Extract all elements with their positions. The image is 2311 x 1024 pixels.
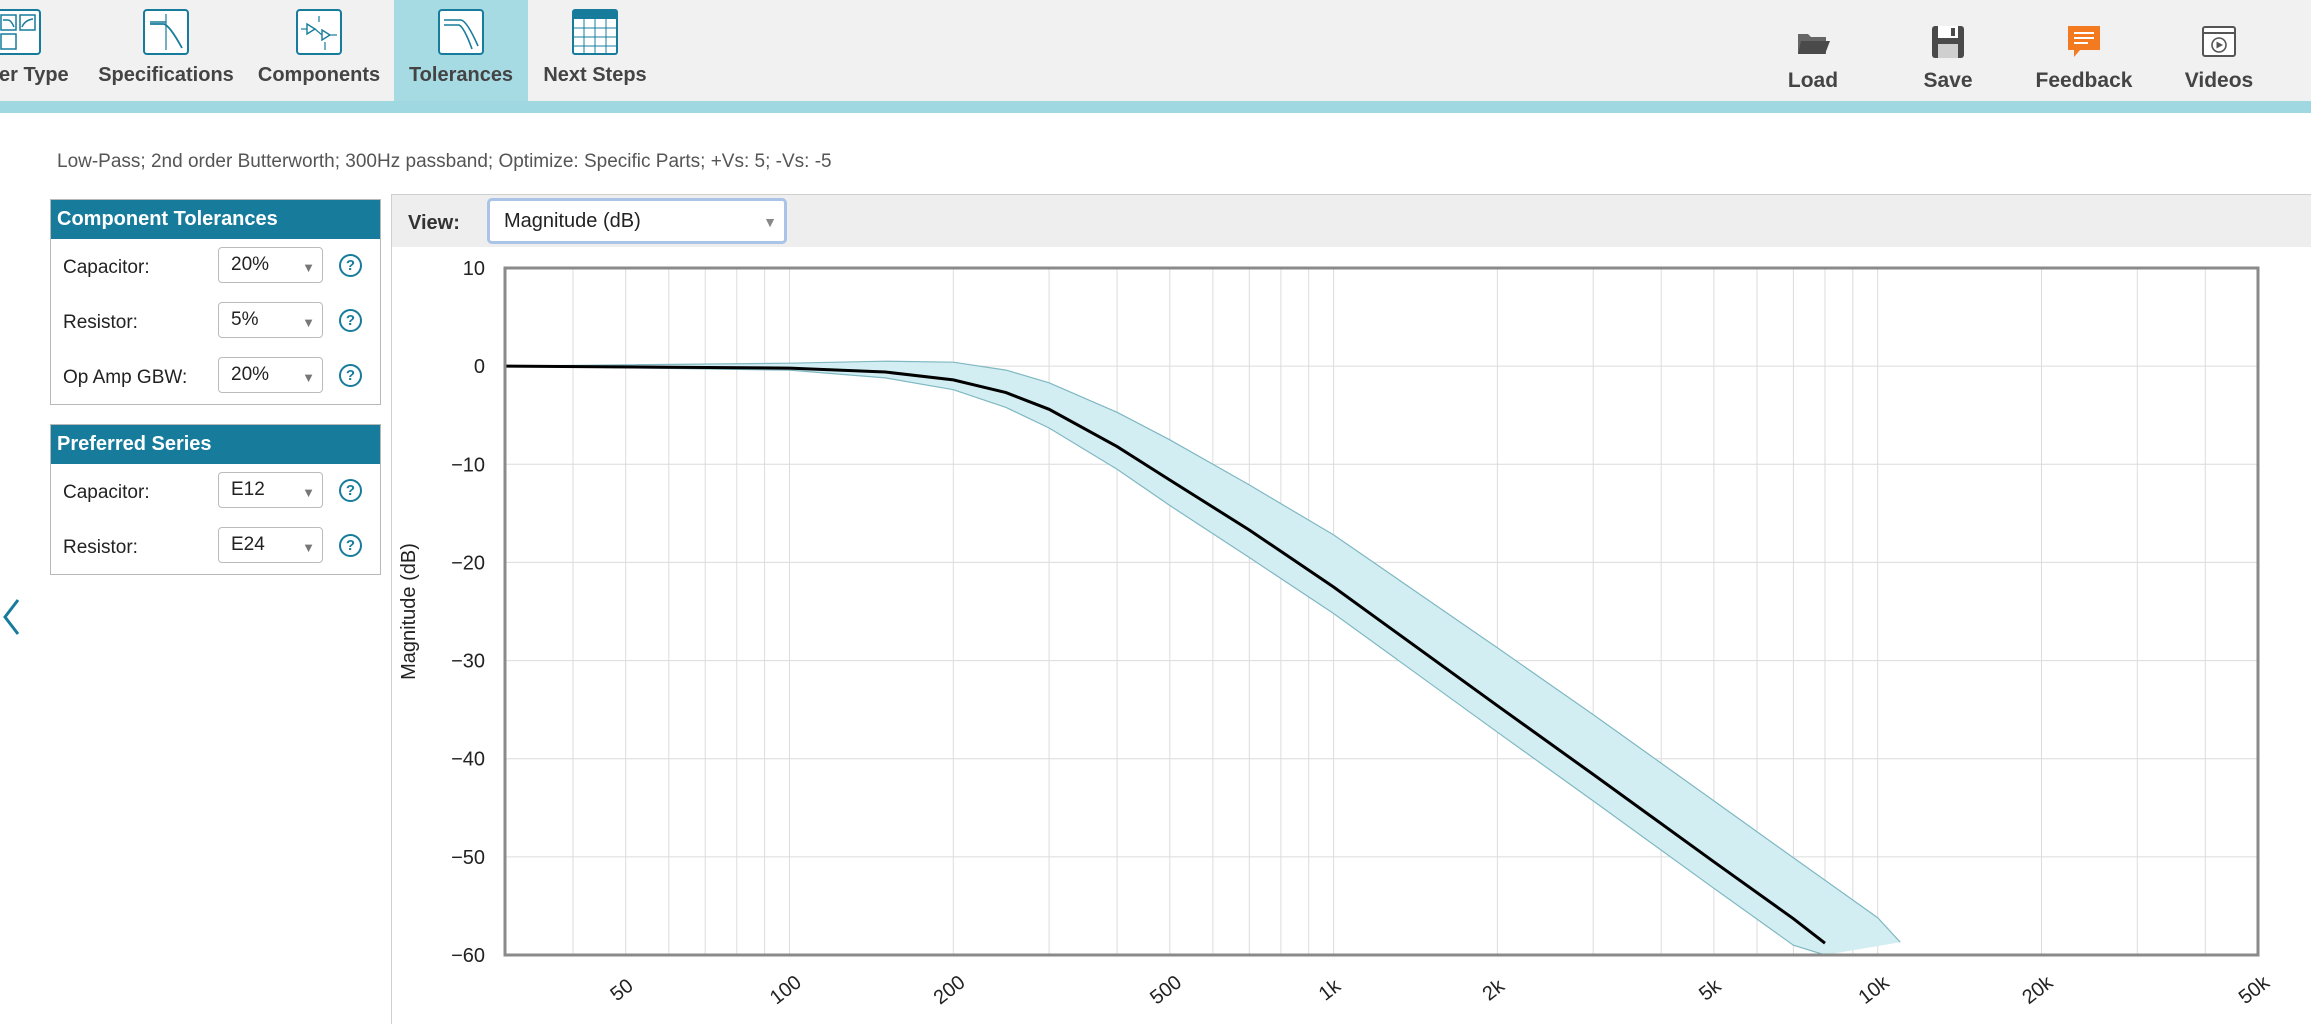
- tab-filter-type[interactable]: er Type: [0, 0, 88, 101]
- tab-next-steps-label: Next Steps: [543, 64, 647, 86]
- y-tick-label: −40: [451, 749, 485, 771]
- x-tick-label: 20k: [2018, 971, 2058, 1009]
- tab-specifications[interactable]: Specifications: [88, 0, 244, 101]
- opamp-gbw-tolerance-select[interactable]: 20% ▼: [218, 357, 323, 393]
- tolerance-band-area: [505, 361, 1901, 955]
- x-tick-label: 200: [930, 971, 970, 1009]
- tab-tolerances-label: Tolerances: [408, 64, 514, 86]
- resistor-series-row: Resistor: E24 ▼ ?: [51, 519, 380, 574]
- y-tick-label: 10: [463, 258, 485, 280]
- load-button[interactable]: Load: [1758, 24, 1868, 94]
- help-icon[interactable]: ?: [339, 364, 362, 387]
- tolerances-icon: [438, 9, 484, 55]
- dropdown-arrow-icon: ▼: [302, 370, 315, 385]
- tab-next-steps[interactable]: Next Steps: [528, 0, 662, 101]
- capacitor-tolerance-row: Capacitor: 20% ▼ ?: [51, 239, 380, 294]
- capacitor-series-row: Capacitor: E12 ▼ ?: [51, 464, 380, 519]
- x-tick-label: 5k: [1695, 974, 1726, 1005]
- filter-type-icon: [0, 9, 41, 55]
- tab-tolerances[interactable]: Tolerances: [394, 0, 528, 101]
- video-player-icon: [2202, 26, 2236, 57]
- dropdown-arrow-icon: ▼: [302, 485, 315, 500]
- feedback-label: Feedback: [2035, 69, 2133, 92]
- view-select[interactable]: Magnitude (dB) ▼: [487, 198, 787, 244]
- resistor-tolerance-select[interactable]: 5% ▼: [218, 302, 323, 338]
- help-icon[interactable]: ?: [339, 479, 362, 502]
- opamp-gbw-tolerance-value: 20%: [231, 364, 270, 385]
- tab-components[interactable]: Components: [244, 0, 394, 101]
- x-tick-label: 100: [766, 971, 806, 1009]
- help-icon[interactable]: ?: [339, 254, 362, 277]
- feedback-button[interactable]: Feedback: [2029, 24, 2139, 94]
- resistor-series-value: E24: [231, 534, 265, 555]
- dropdown-arrow-icon: ▼: [763, 214, 777, 230]
- preferred-series-panel: Preferred Series Capacitor: E12 ▼ ? Resi…: [50, 424, 381, 575]
- capacitor-series-label: Capacitor:: [63, 482, 150, 503]
- view-label: View:: [408, 212, 460, 234]
- y-tick-label: −50: [451, 847, 485, 869]
- design-summary: Low-Pass; 2nd order Butterworth; 300Hz p…: [57, 151, 832, 172]
- y-tick-label: −30: [451, 651, 485, 673]
- x-tick-label: 50: [606, 975, 637, 1006]
- help-icon[interactable]: ?: [339, 534, 362, 557]
- capacitor-tolerance-select[interactable]: 20% ▼: [218, 247, 323, 283]
- tab-specifications-label: Specifications: [98, 64, 234, 86]
- resistor-series-select[interactable]: E24 ▼: [218, 527, 323, 563]
- folder-open-icon: [1798, 34, 1830, 54]
- save-button[interactable]: Save: [1893, 24, 2003, 94]
- videos-label: Videos: [2184, 69, 2254, 92]
- feedback-bubble-icon: [2068, 26, 2100, 57]
- main-toolbar: er Type Specifications Components Tolera…: [0, 0, 2311, 101]
- view-select-value: Magnitude (dB): [504, 210, 641, 232]
- capacitor-tolerance-label: Capacitor:: [63, 257, 150, 278]
- components-icon: [296, 9, 342, 55]
- tab-components-label: Components: [257, 64, 381, 86]
- specifications-icon: [143, 9, 189, 55]
- save-label: Save: [1923, 69, 1973, 92]
- load-label: Load: [1787, 69, 1839, 92]
- view-bar: View: Magnitude (dB) ▼: [392, 195, 2311, 247]
- y-axis-label: Magnitude (dB): [398, 543, 420, 680]
- chart-area: View: Magnitude (dB) ▼ 10 0 −10 −20 −30 −40 −5…: [391, 194, 2311, 1024]
- help-icon[interactable]: ?: [339, 309, 362, 332]
- x-tick-label: 10k: [1855, 971, 1895, 1009]
- x-tick-label: 1k: [1315, 974, 1346, 1005]
- x-tick-labels: 50 100 200 500 1k 2k 5k 10k 20k 50k: [606, 971, 2274, 1009]
- x-tick-label: 50k: [2235, 971, 2275, 1009]
- x-tick-label: 2k: [1479, 974, 1510, 1005]
- tolerance-band: [505, 360, 1901, 955]
- y-tick-labels: 10 0 −10 −20 −30 −40 −50 −60: [451, 258, 485, 967]
- videos-button[interactable]: Videos: [2164, 24, 2274, 94]
- resistor-tolerance-label: Resistor:: [63, 312, 138, 333]
- resistor-tolerance-row: Resistor: 5% ▼ ?: [51, 294, 380, 349]
- component-tolerances-title: Component Tolerances: [51, 200, 380, 239]
- preferred-series-title: Preferred Series: [51, 425, 380, 464]
- floppy-disk-icon: [1932, 26, 1964, 58]
- y-tick-label: −10: [451, 454, 485, 476]
- dropdown-arrow-icon: ▼: [302, 315, 315, 330]
- y-tick-label: −20: [451, 552, 485, 574]
- dropdown-arrow-icon: ▼: [302, 540, 315, 555]
- x-tick-label: 500: [1146, 971, 1186, 1009]
- resistor-tolerance-value: 5%: [231, 309, 259, 330]
- tab-filter-type-label: er Type: [0, 64, 69, 86]
- opamp-gbw-tolerance-row: Op Amp GBW: 20% ▼ ?: [51, 349, 380, 404]
- resistor-series-label: Resistor:: [63, 537, 138, 558]
- capacitor-series-value: E12: [231, 479, 265, 500]
- capacitor-series-select[interactable]: E12 ▼: [218, 472, 323, 508]
- capacitor-tolerance-value: 20%: [231, 254, 270, 275]
- opamp-gbw-tolerance-label: Op Amp GBW:: [63, 367, 188, 388]
- dropdown-arrow-icon: ▼: [302, 260, 315, 275]
- toolbar-stripe: [0, 101, 2311, 113]
- y-tick-label: 0: [474, 356, 485, 378]
- magnitude-chart: 100−10−20−30−40−50−60 50 100 200 500 1k 2k 5k 1…: [398, 258, 2275, 1009]
- component-tolerances-panel: Component Tolerances Capacitor: 20% ▼ ? …: [50, 199, 381, 405]
- y-tick-label: −60: [451, 945, 485, 967]
- chevron-left-icon[interactable]: [0, 592, 24, 642]
- next-steps-icon: [572, 9, 618, 55]
